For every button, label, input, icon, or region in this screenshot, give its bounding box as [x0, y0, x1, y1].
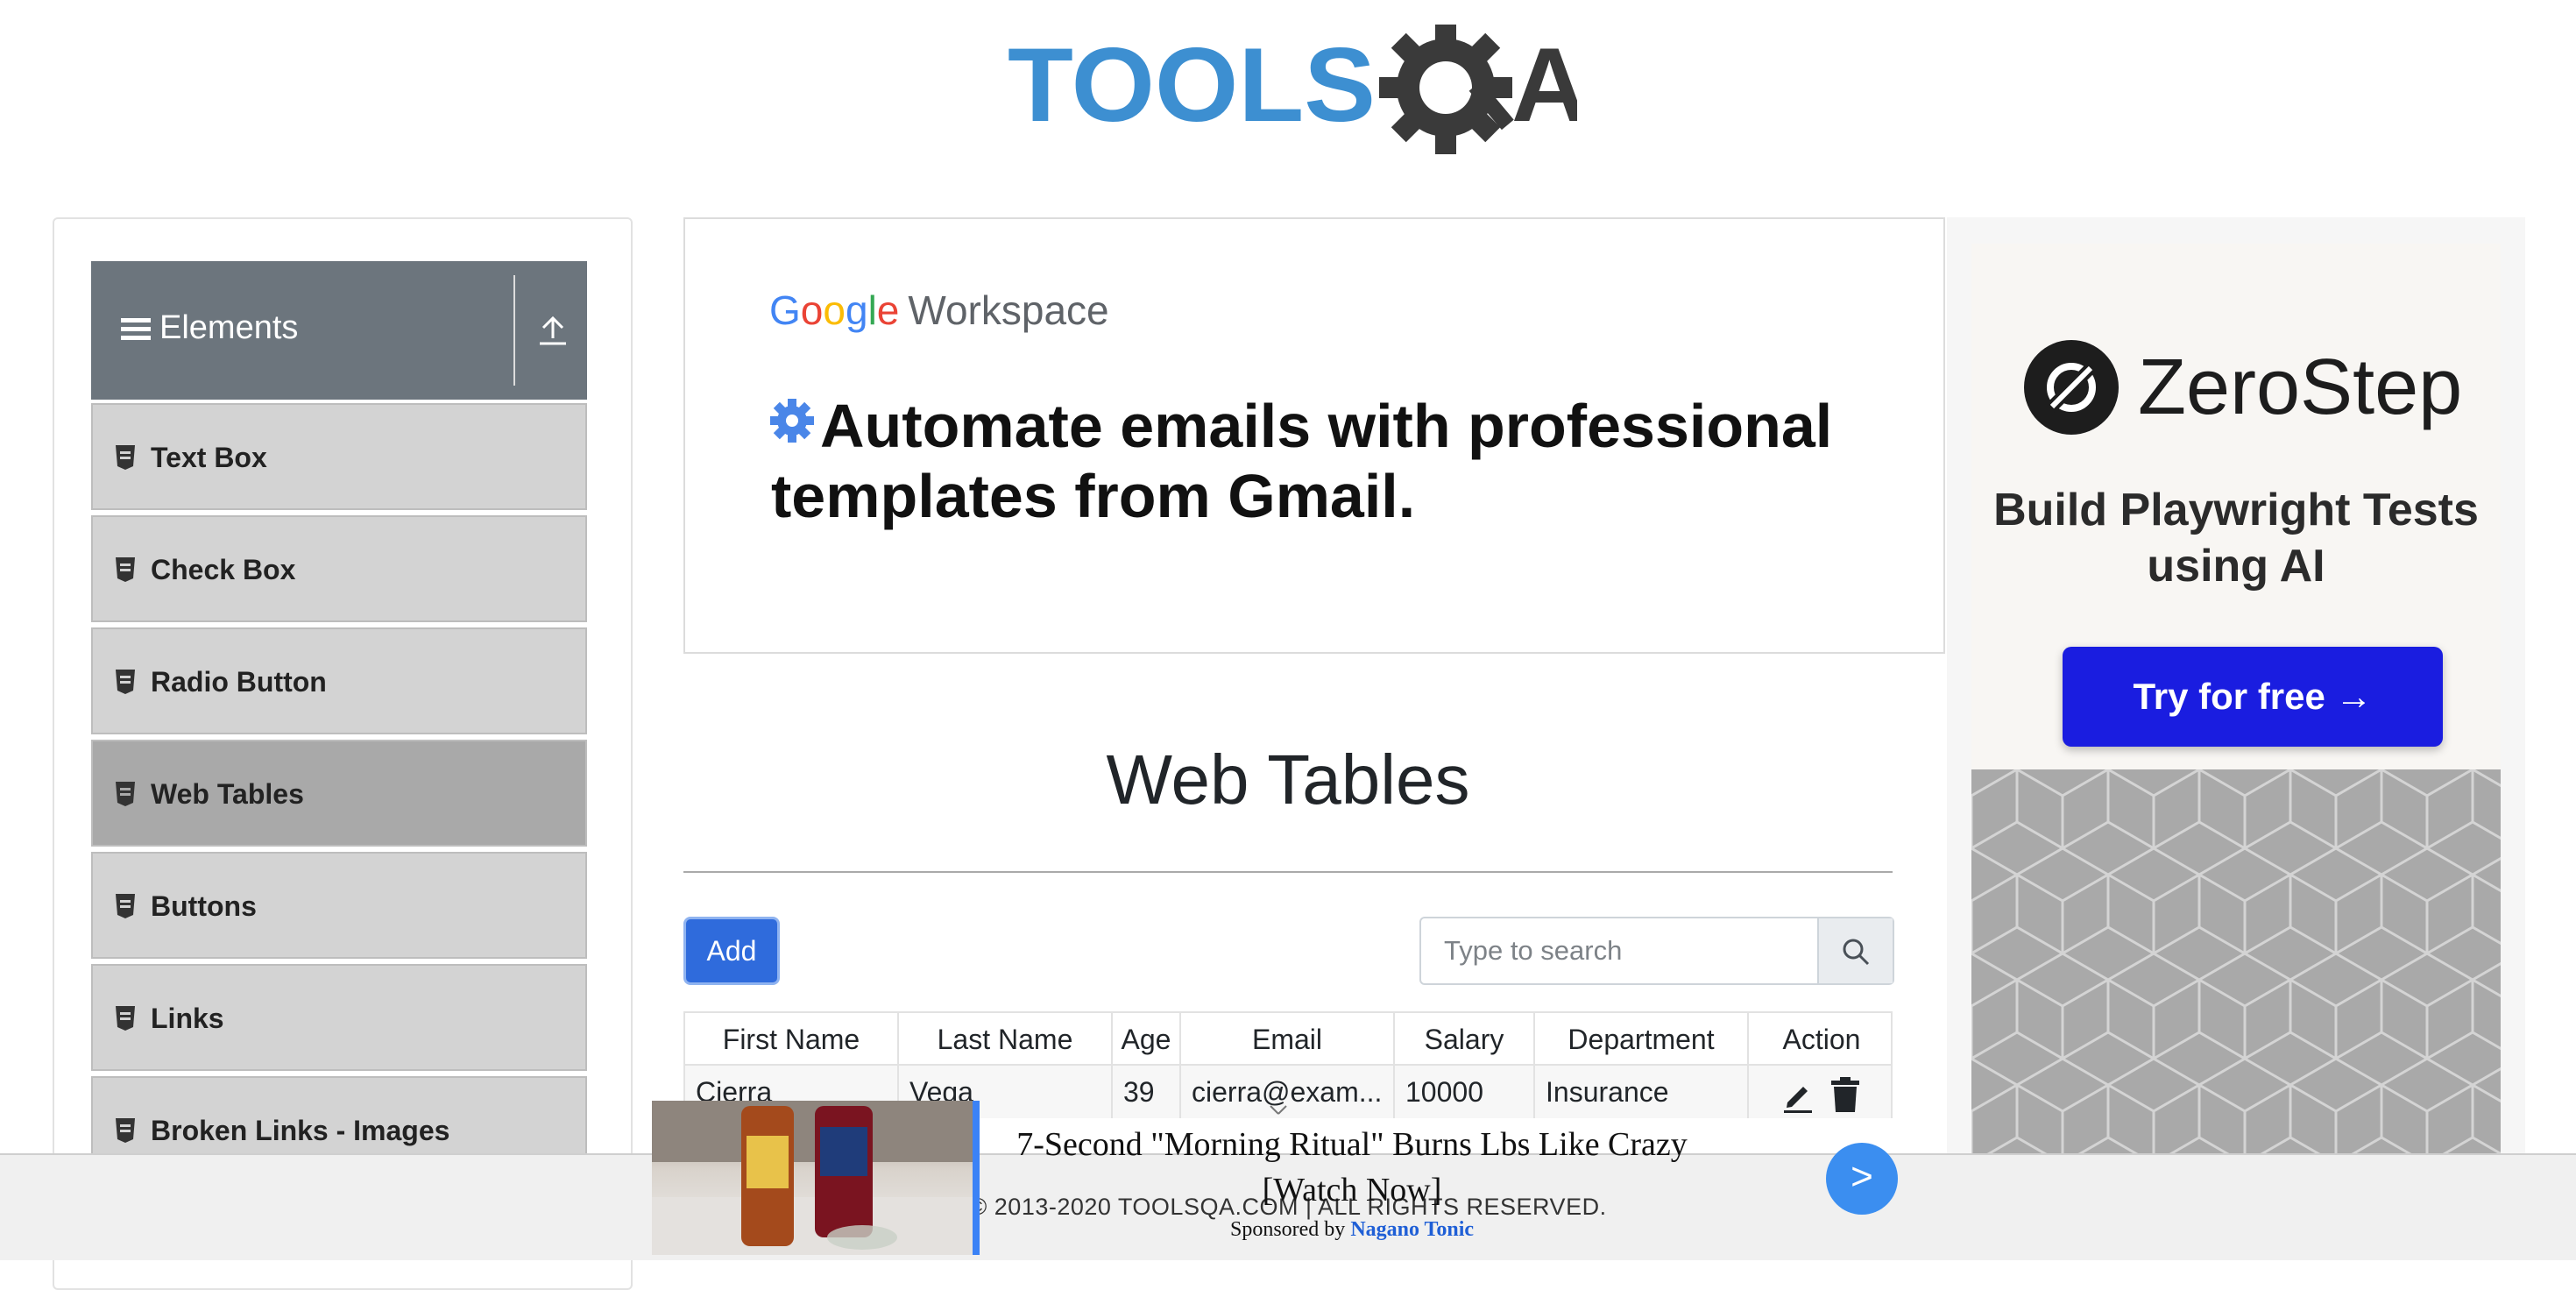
sidebar-item-web-tables[interactable]: Web Tables: [91, 740, 587, 847]
next-arrow-button[interactable]: >: [1826, 1143, 1898, 1215]
sidebar-item-label: Radio Button: [151, 666, 327, 698]
header-divider: [513, 275, 515, 386]
toolsqa-logo-graphic: TOOLS A: [1008, 21, 1588, 154]
sidebar-item-label: Links: [151, 1003, 224, 1034]
gear-magnifier-icon: [1379, 21, 1514, 154]
logo-letter: o: [823, 287, 846, 333]
sponsored-prefix: Sponsored by: [1229, 1218, 1346, 1241]
add-button[interactable]: Add: [683, 917, 780, 985]
html5-icon: [116, 1118, 135, 1143]
logo-letter: l: [867, 287, 877, 333]
sidebar-item-radio-button[interactable]: Radio Button: [91, 627, 587, 734]
column-header[interactable]: Action: [1749, 1013, 1894, 1064]
html5-icon: [116, 445, 135, 470]
search-box: [1419, 917, 1894, 985]
column-header[interactable]: Department: [1535, 1013, 1749, 1064]
svg-text:A: A: [1511, 26, 1577, 144]
bottles-photo: [652, 1101, 973, 1255]
html5-icon: [116, 894, 135, 918]
ad-headline: Automate emails with professional templa…: [771, 392, 1833, 530]
zerostep-brand: ZeroStep: [2138, 344, 2463, 431]
sidebar-item-links[interactable]: Links: [91, 964, 587, 1071]
ad-headline[interactable]: 7-Second "Morning Ritual" Burns Lbs Like…: [973, 1122, 1731, 1213]
sidebar-item-buttons[interactable]: Buttons: [91, 852, 587, 959]
try-for-free-button[interactable]: Try for free →: [2063, 647, 2443, 747]
sidebar-item-label: Web Tables: [151, 778, 304, 810]
elements-group-header[interactable]: Elements: [91, 261, 587, 400]
html5-icon: [116, 670, 135, 694]
column-header[interactable]: Last Name: [899, 1013, 1113, 1064]
sponsored-by: Sponsored by Nagano Tonic: [973, 1218, 1731, 1242]
logo-letter: e: [876, 287, 900, 333]
zerostep-subtitle: Build Playwright Tests using AI: [1993, 485, 2479, 592]
zerostep-logo-icon: [2024, 340, 2119, 435]
left-panel: Elements Text Box Check Box Radio Button…: [53, 217, 633, 1290]
html5-icon: [116, 1006, 135, 1031]
search-button[interactable]: [1817, 918, 1893, 983]
sidebar-item-label: Text Box: [151, 442, 267, 473]
collapse-icon[interactable]: [531, 300, 575, 361]
table-header-row: First Name Last Name Age Email Salary De…: [683, 1011, 1893, 1066]
google-workspace-ad[interactable]: Google Workspace Automate emails with pro…: [683, 217, 1945, 654]
html5-icon: [116, 782, 135, 806]
toolsqa-logo[interactable]: TOOLS A: [1008, 21, 1588, 165]
sidebar-item-label: Broken Links - Images: [151, 1115, 450, 1146]
column-header[interactable]: Salary: [1395, 1013, 1535, 1064]
title-divider: [683, 871, 1893, 873]
zerostep-ad[interactable]: ZeroStep Build Playwright Tests using AI…: [1947, 217, 2525, 1258]
menu-icon: [121, 318, 151, 340]
search-input[interactable]: [1423, 920, 1817, 982]
column-header[interactable]: Age: [1113, 1013, 1181, 1064]
sidebar-item-text-box[interactable]: Text Box: [91, 403, 587, 510]
sidebar-item-check-box[interactable]: Check Box: [91, 515, 587, 622]
logo-letter: o: [800, 287, 824, 333]
google-workspace-logo: Google Workspace: [769, 286, 1109, 335]
sponsor-name[interactable]: Nagano Tonic: [1350, 1218, 1474, 1241]
sponsored-ad-banner[interactable]: 7-Second "Morning Ritual" Burns Lbs Like…: [652, 1099, 1898, 1258]
svg-text:TOOLS: TOOLS: [1008, 26, 1376, 144]
search-icon: [1843, 939, 1870, 966]
elements-group-title: Elements: [159, 309, 299, 346]
workspace-label: Workspace: [908, 287, 1109, 333]
column-header[interactable]: Email: [1181, 1013, 1395, 1064]
column-header[interactable]: First Name: [685, 1013, 899, 1064]
sidebar-item-label: Buttons: [151, 890, 257, 922]
page-title: Web Tables: [1106, 741, 1470, 819]
logo-letter: g: [845, 287, 868, 333]
html5-icon: [116, 557, 135, 582]
sidebar-item-label: Check Box: [151, 554, 296, 585]
ad-image[interactable]: [652, 1101, 973, 1255]
zerostep-ad-panel: ZeroStep Build Playwright Tests using AI…: [1971, 244, 2501, 769]
logo-letter: G: [769, 287, 801, 333]
